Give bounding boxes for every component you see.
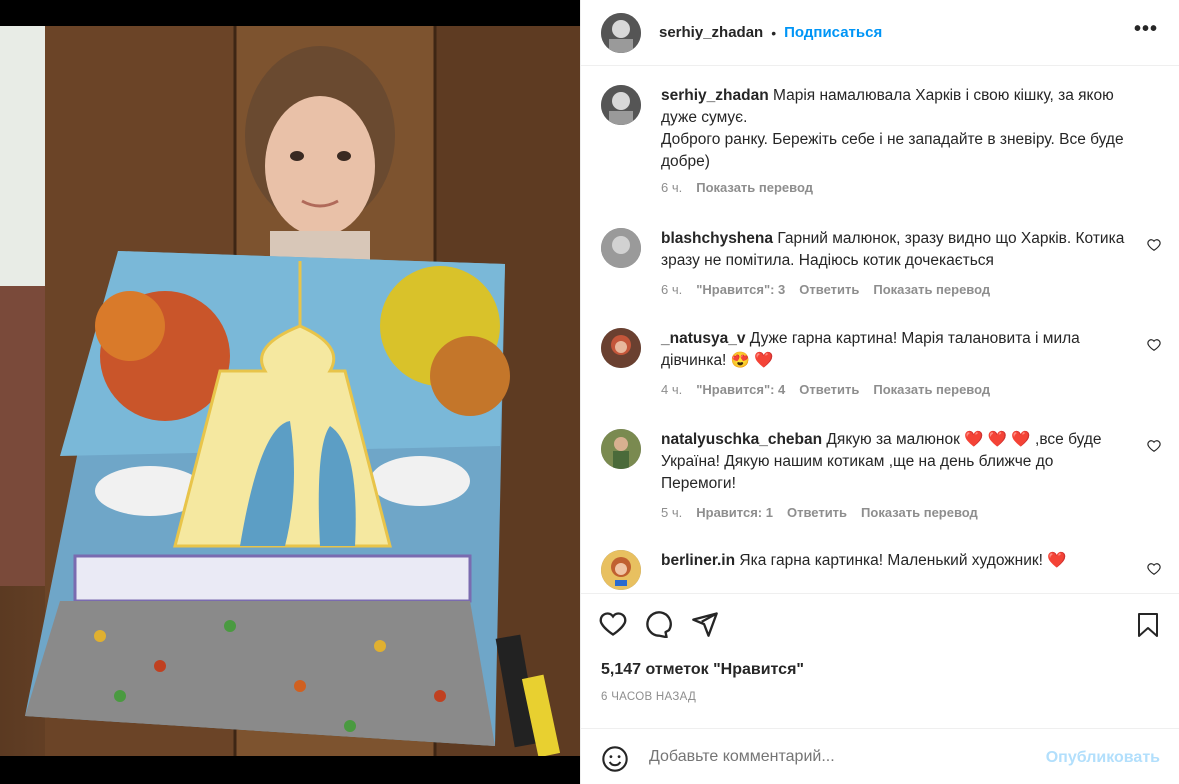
translate-link[interactable]: Показать перевод [696,180,813,195]
comment-meta: 5 ч. Нравится: 1 Ответить Показать перев… [661,505,978,520]
heart-icon[interactable] [1147,562,1161,576]
avatar[interactable] [601,12,641,53]
heart-icon[interactable] [1147,439,1161,453]
comment-meta: 4 ч. "Нравится": 4 Ответить Показать пер… [661,382,990,397]
more-icon[interactable]: ••• [1134,18,1158,41]
heart-icon[interactable] [599,610,627,638]
reply-button[interactable]: Ответить [799,282,859,297]
comments-list[interactable]: serhiy_zhadan Марія намалювала Харків і … [581,67,1179,593]
comment-body: Яка гарна картинка! Маленький художник! [739,552,1043,569]
emoji-icon[interactable] [601,745,629,773]
comment-text: _natusya_v Дуже гарна картина! Марія тал… [661,328,1131,372]
heart-icon[interactable] [1147,338,1161,352]
comment-body: Дякую за малюнок [826,431,960,448]
emoji: ❤️ [1047,552,1067,569]
post-header: serhiy_zhadan • Подписаться ••• [581,0,1179,66]
comment-time[interactable]: 6 ч. [661,282,682,297]
translate-link[interactable]: Показать перевод [861,505,978,520]
caption-username[interactable]: serhiy_zhadan [661,87,769,104]
comment-meta: 6 ч. "Нравится": 3 Ответить Показать пер… [661,282,990,297]
post-media[interactable] [0,0,580,784]
comment-time[interactable]: 4 ч. [661,382,682,397]
comment-username[interactable]: _natusya_v [661,330,745,347]
caption-meta: 6 ч. Показать перевод [661,180,813,195]
painting-photo [0,26,580,756]
avatar[interactable] [601,328,641,368]
post-photo[interactable] [0,26,580,756]
follow-button[interactable]: Подписаться [784,24,882,41]
action-icons [599,610,719,638]
post-panel: serhiy_zhadan • Подписаться ••• serhiy_z… [580,0,1179,784]
comment-time[interactable]: 5 ч. [661,505,682,520]
comment-username[interactable]: natalyuschka_cheban [661,431,822,448]
caption-time[interactable]: 6 ч. [661,180,682,195]
comment-composer: Опубликовать [581,728,1179,784]
bookmark-icon[interactable] [1136,612,1160,638]
comment-username[interactable]: blashchyshena [661,230,773,247]
likes-link[interactable]: "Нравится": 4 [696,382,785,397]
likes-link[interactable]: Нравится: 1 [696,505,773,520]
posted-time[interactable]: 6 ЧАСОВ НАЗАД [601,691,696,703]
post-actions: 5,147 отметок "Нравится" 6 ЧАСОВ НАЗАД [581,593,1179,728]
avatar[interactable] [601,85,641,125]
likes-count[interactable]: 5,147 отметок "Нравится" [601,661,804,679]
emoji: ❤️ ❤️ ❤️ [964,431,1031,448]
reply-button[interactable]: Ответить [787,505,847,520]
emoji: 😍 ❤️ [730,352,774,369]
comment-username[interactable]: berliner.in [661,552,735,569]
comment-text: berliner.in Яка гарна картинка! Маленьки… [661,550,1131,572]
translate-link[interactable]: Показать перевод [873,382,990,397]
comment-text: natalyuschka_cheban Дякую за малюнок ❤️ … [661,429,1131,495]
heart-icon[interactable] [1147,238,1161,252]
comment-icon[interactable] [645,610,673,638]
comment-input[interactable] [649,748,1029,766]
avatar[interactable] [601,228,641,268]
reply-button[interactable]: Ответить [799,382,859,397]
avatar[interactable] [601,429,641,469]
separator: • [771,24,777,41]
post-username[interactable]: serhiy_zhadan [659,24,763,41]
avatar[interactable] [601,550,641,590]
translate-link[interactable]: Показать перевод [873,282,990,297]
likes-link[interactable]: "Нравится": 3 [696,282,785,297]
publish-button[interactable]: Опубликовать [1046,749,1160,767]
caption-text: serhiy_zhadan Марія намалювала Харків і … [661,85,1131,173]
caption-line2: Доброго ранку. Бережіть себе і не запада… [661,131,1124,170]
share-icon[interactable] [691,610,719,638]
comment-text: blashchyshena Гарний малюнок, зразу видн… [661,228,1131,272]
